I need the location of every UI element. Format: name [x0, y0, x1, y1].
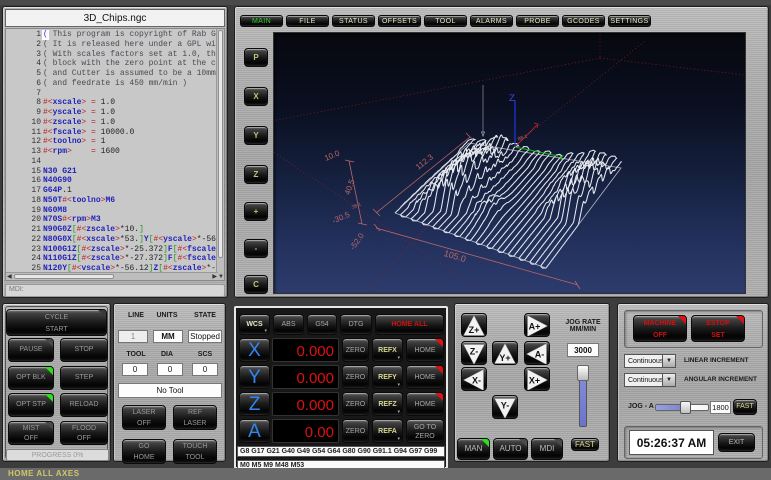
- svg-text:112.3: 112.3: [414, 152, 435, 171]
- svg-text:A+: A+: [529, 322, 541, 332]
- svg-text:10.0: 10.0: [323, 148, 341, 163]
- svg-text:Z: Z: [509, 94, 515, 105]
- svg-text:Y: Y: [559, 155, 564, 162]
- svg-text:38.1: 38.1: [351, 201, 363, 210]
- svg-text:Z-: Z-: [470, 347, 479, 357]
- svg-text:A-: A-: [535, 350, 545, 360]
- svg-text:X-: X-: [472, 376, 481, 386]
- svg-text:Y+: Y+: [499, 353, 510, 363]
- svg-text:X+: X+: [529, 376, 540, 386]
- svg-text:-30.5: -30.5: [331, 210, 352, 226]
- svg-text:Y-: Y-: [501, 401, 510, 411]
- svg-text:105.0: 105.0: [443, 248, 467, 264]
- svg-text:-52.0: -52.0: [348, 231, 366, 252]
- svg-text:Z+: Z+: [469, 325, 480, 335]
